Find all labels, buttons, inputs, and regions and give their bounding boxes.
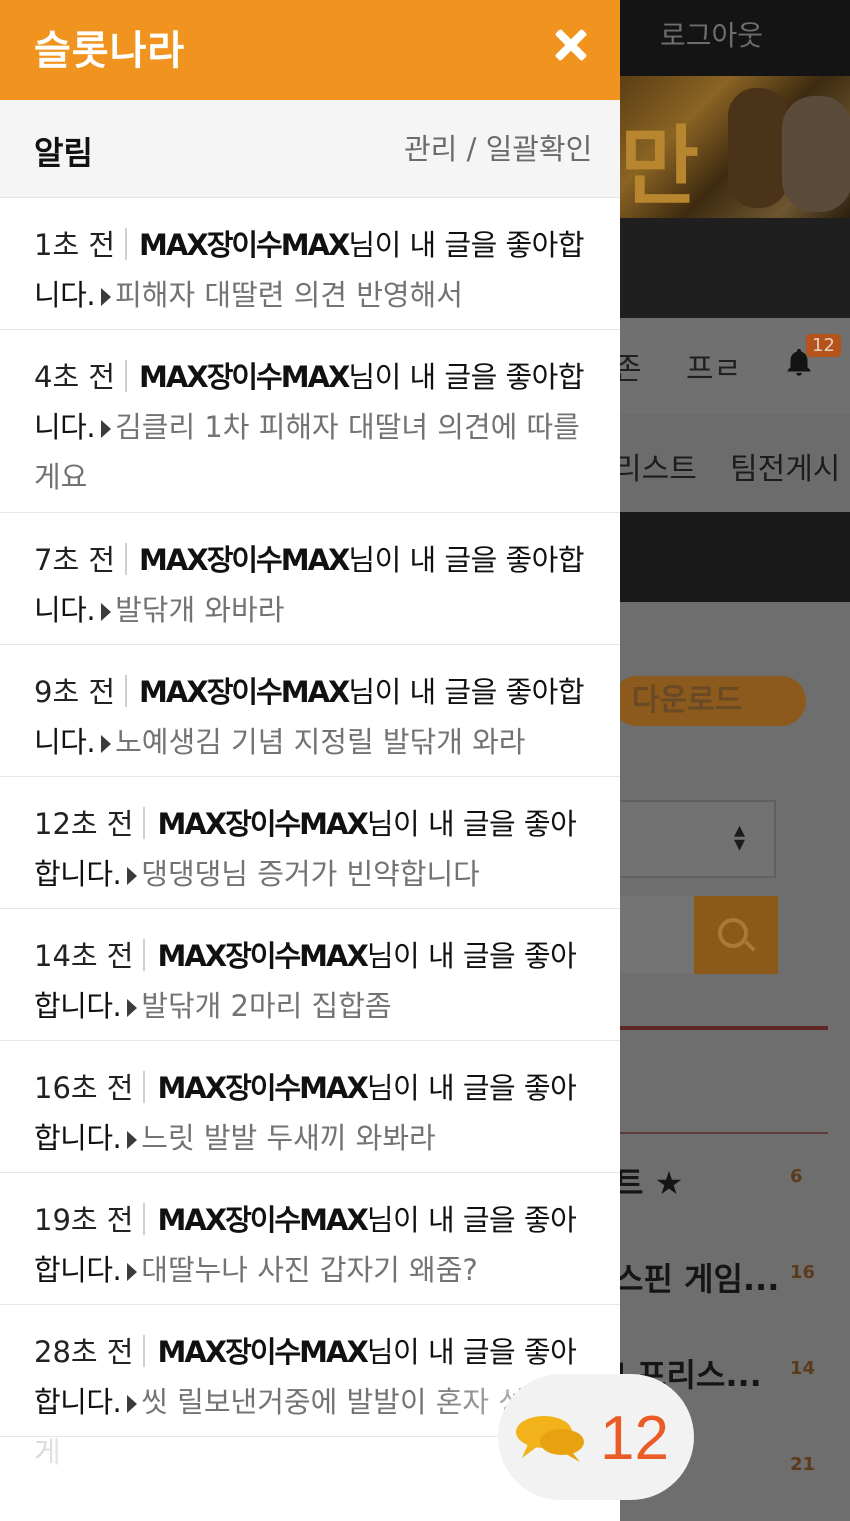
bg-nav-item[interactable]: 리스트 [614,444,697,488]
chat-bubbles-icon [516,1416,584,1462]
bg-list-count: 14 [790,1358,816,1379]
notification-post-title: 발닦개 2마리 집합좀 [141,989,392,1023]
arrow-right-icon [127,1395,138,1413]
arrow-right-icon [101,603,112,621]
notification-time: 9초 전 [34,675,116,709]
notification-username: MAX장이수MAX [139,228,350,262]
notification-username: MAX장이수MAX [139,543,350,577]
arrow-right-icon [127,1263,138,1281]
notification-username: MAX장이수MAX [139,360,350,394]
arrow-right-icon [101,288,112,306]
arrow-right-icon [101,735,112,753]
download-button[interactable]: 다운로드 [612,676,806,726]
notification-username: MAX장이수MAX [157,1071,368,1105]
notification-time: 4초 전 [34,360,116,394]
bg-banner-figure [728,88,788,208]
separator [125,675,128,707]
notification-time: 1초 전 [34,228,116,262]
bg-dark-strip [620,218,850,318]
bg-search-input[interactable] [620,896,694,974]
chat-count: 12 [600,1404,669,1473]
logout-link[interactable]: 로그아웃 [660,14,763,54]
bg-select[interactable] [620,800,776,878]
notification-post-title: 노예생김 기념 지정릴 발닦개 와라 [115,725,526,759]
notification-drawer: 슬롯나라 알림 관리 / 일괄확인 1초 전 MAX장이수MAX님이 내 글을 좋… [0,0,620,1521]
bg-list-count: 21 [790,1454,816,1475]
notification-post-title: 피해자 대딸련 의견 반영해서 [115,278,463,312]
notification-username: MAX장이수MAX [157,939,368,973]
bg-list-count: 6 [790,1166,803,1187]
bg-dark-strip [620,512,850,602]
separator [143,1203,146,1235]
notification-post-title: 대딸누나 사진 갑자기 왜줌? [141,1253,478,1287]
notification-badge: 12 [806,334,841,357]
bg-divider [620,1026,828,1030]
notification-item[interactable]: 12초 전 MAX장이수MAX님이 내 글을 좋아합니다. 댕댕댕님 증거가 빈약합… [0,777,620,909]
notification-post-title: 느릿 발발 두새끼 와봐라 [141,1121,436,1155]
notification-item[interactable]: 14초 전 MAX장이수MAX님이 내 글을 좋아합니다. 발닦개 2마리 집합좀 [0,909,620,1041]
notification-time: 16초 전 [34,1071,134,1105]
notification-time: 7초 전 [34,543,116,577]
separator [143,939,146,971]
notification-time: 19초 전 [34,1203,134,1237]
drawer-header: 슬롯나라 [0,0,620,100]
notification-time: 12초 전 [34,807,134,841]
separator [125,543,128,575]
select-arrows-icon: ▴ ▾ [734,818,746,857]
notification-time: 14초 전 [34,939,134,973]
notification-item[interactable]: 7초 전 MAX장이수MAX님이 내 글을 좋아합니다. 발닦개 와바라 [0,513,620,645]
notification-time: 28초 전 [34,1335,134,1369]
arrow-right-icon [127,999,138,1017]
notifications-subheader: 알림 관리 / 일괄확인 [0,100,620,198]
notification-post-title: 댕댕댕님 증거가 빈약합니다 [141,857,480,891]
arrow-right-icon [127,867,138,885]
bg-banner-figure [782,96,850,212]
separator [143,1335,146,1367]
bg-list-item[interactable]: 트 ★ [614,1158,683,1204]
notification-item[interactable]: 19초 전 MAX장이수MAX님이 내 글을 좋아합니다. 대딸누나 사진 갑자기 … [0,1173,620,1305]
section-title: 알림 [34,134,93,172]
bg-list-item[interactable]: 스핀 게임... [614,1254,779,1300]
notification-username: MAX장이수MAX [157,807,368,841]
separator [125,228,128,260]
notification-username: MAX장이수MAX [157,1203,368,1237]
notification-username: MAX장이수MAX [157,1335,368,1369]
notification-item[interactable]: 9초 전 MAX장이수MAX님이 내 글을 좋아합니다. 노예생김 기념 지정릴 발… [0,645,620,777]
arrow-right-icon [101,420,112,438]
separator [143,807,146,839]
search-icon [718,918,748,948]
bg-list-count: 16 [790,1262,816,1283]
bg-nav-item[interactable]: 팀전게시 [730,444,840,488]
notification-post-title: 발닦개 와바라 [115,593,285,627]
bg-divider [620,1132,828,1134]
notification-post-title: 김클리 1차 피해자 대딸녀 의견에 따를게요 [34,410,580,494]
separator [143,1071,146,1103]
notification-username: MAX장이수MAX [139,675,350,709]
separator [125,360,128,392]
notification-item[interactable]: 16초 전 MAX장이수MAX님이 내 글을 좋아합니다. 느릿 발발 두새끼 와봐… [0,1041,620,1173]
notification-list: 1초 전 MAX장이수MAX님이 내 글을 좋아합니다. 피해자 대딸련 의견 반영… [0,198,620,1469]
brand-logo[interactable]: 슬롯나라 [34,18,185,76]
bg-nav-item[interactable]: 프ㄹ [686,344,741,388]
notification-item[interactable]: 4초 전 MAX장이수MAX님이 내 글을 좋아합니다. 김클리 1차 피해자 대딸… [0,330,620,513]
notification-item[interactable]: 1초 전 MAX장이수MAX님이 내 글을 좋아합니다. 피해자 대딸련 의견 반영… [0,198,620,330]
bg-banner-text: 만 [620,117,700,217]
manage-confirm-all-link[interactable]: 관리 / 일괄확인 [404,126,592,168]
close-icon[interactable] [548,22,594,68]
arrow-right-icon [127,1131,138,1149]
